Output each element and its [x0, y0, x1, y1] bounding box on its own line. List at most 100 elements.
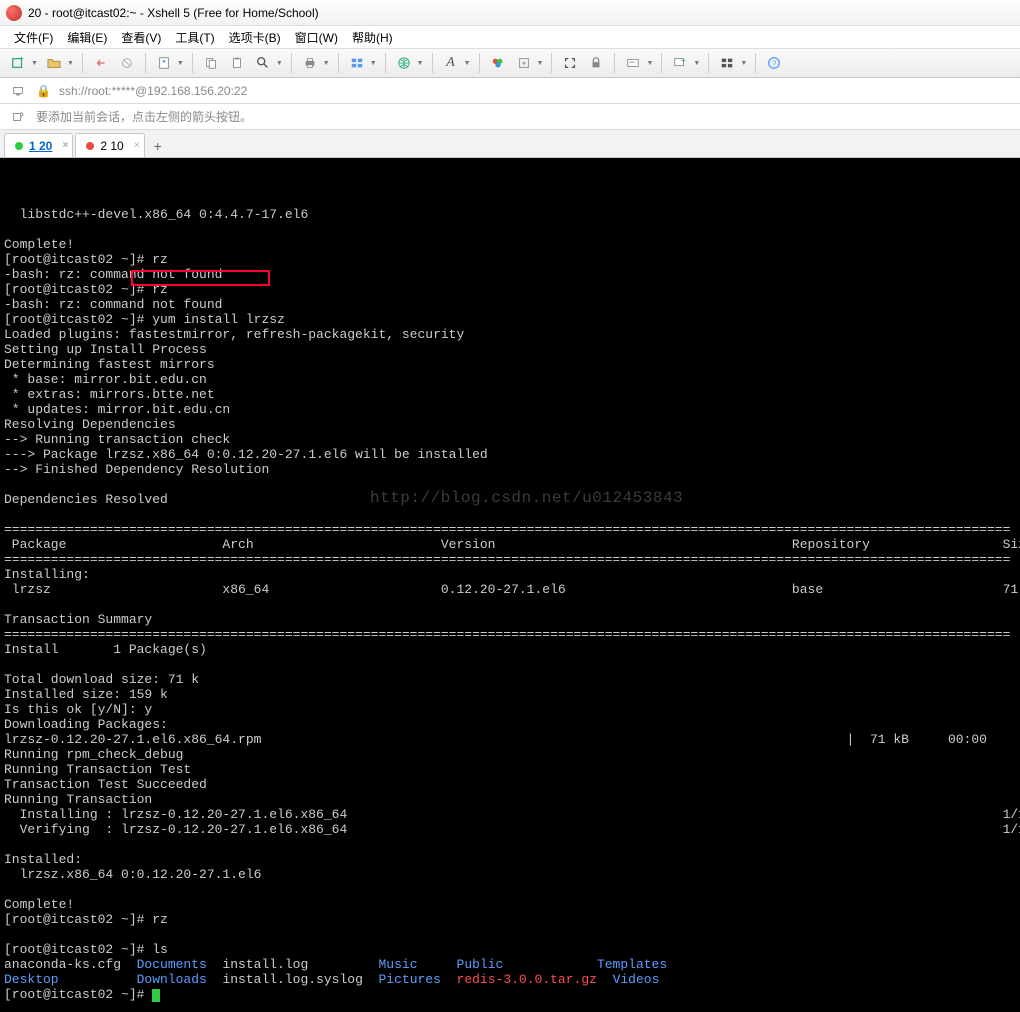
globe-icon[interactable] — [394, 53, 414, 73]
term-prompt: [root@itcast02 ~]# — [4, 282, 152, 297]
ls-file: install.log.syslog — [207, 972, 379, 987]
cursor — [152, 989, 160, 1002]
svg-text:?: ? — [772, 60, 777, 69]
ls-dir: Music — [378, 957, 417, 972]
term-line: Complete! — [4, 237, 74, 252]
quickcmd-icon[interactable] — [623, 53, 643, 73]
separator — [708, 53, 709, 73]
disconnect-icon[interactable] — [117, 53, 137, 73]
add-session-icon[interactable] — [8, 107, 28, 127]
ls-dir: Videos — [613, 972, 660, 987]
tab-1[interactable]: 1 20 × — [4, 133, 73, 157]
fullscreen-icon[interactable] — [560, 53, 580, 73]
term-prompt: [root@itcast02 ~]# — [4, 252, 152, 267]
term-line: --> Running transaction check — [4, 432, 230, 447]
ls-dir: Desktop — [4, 972, 59, 987]
separator — [614, 53, 615, 73]
separator — [82, 53, 83, 73]
term-line: Running Transaction — [4, 792, 152, 807]
term-line: ---> Package lrzsz.x86_64 0:0.12.20-27.1… — [4, 447, 488, 462]
lock-small-icon: 🔒 — [36, 84, 51, 98]
status-dot-icon — [86, 142, 94, 150]
ls-dir: Documents — [137, 957, 207, 972]
term-line: Verifying : lrzsz-0.12.20-27.1.el6.x86_6… — [4, 822, 1020, 837]
copy-icon[interactable] — [201, 53, 221, 73]
separator — [291, 53, 292, 73]
color-icon[interactable] — [488, 53, 508, 73]
titlebar: 20 - root@itcast02:~ - Xshell 5 (Free fo… — [0, 0, 1020, 26]
terminal[interactable]: http://blog.csdn.net/u012453843 libstdc+… — [0, 158, 1020, 1012]
transfer-icon[interactable] — [514, 53, 534, 73]
hint-bar: 要添加当前会话，点击左侧的箭头按钮。 — [0, 104, 1020, 130]
term-line: Resolving Dependencies — [4, 417, 176, 432]
term-prompt: [root@itcast02 ~]# — [4, 912, 152, 927]
print-icon[interactable] — [300, 53, 320, 73]
ls-archive: redis-3.0.0.tar.gz — [457, 972, 597, 987]
lock-icon[interactable] — [586, 53, 606, 73]
term-line: Is this ok [y/N]: y — [4, 702, 152, 717]
window-title: 20 - root@itcast02:~ - Xshell 5 (Free fo… — [28, 6, 319, 20]
menu-window[interactable]: 窗口(W) — [289, 27, 344, 48]
tab-2[interactable]: 2 10 × — [75, 133, 144, 157]
host-icon[interactable] — [8, 81, 28, 101]
menu-file[interactable]: 文件(F) — [8, 27, 59, 48]
new-session-icon[interactable] — [8, 53, 28, 73]
term-line: Transaction Test Succeeded — [4, 777, 207, 792]
ls-dir: Pictures — [378, 972, 440, 987]
term-prompt: [root@itcast02 ~]# — [4, 987, 152, 1002]
search-icon[interactable] — [253, 53, 273, 73]
term-rule: ========================================… — [4, 552, 1010, 567]
help-icon[interactable]: ? — [764, 53, 784, 73]
separator — [145, 53, 146, 73]
reconnect-icon[interactable] — [91, 53, 111, 73]
term-line: -bash: rz: command not found — [4, 267, 222, 282]
term-line: Running rpm_check_debug — [4, 747, 183, 762]
ls-file: install.log — [207, 957, 379, 972]
term-line: Installing : lrzsz-0.12.20-27.1.el6.x86_… — [4, 807, 1020, 822]
term-cmd: ls — [152, 942, 168, 957]
term-prompt: [root@itcast02 ~]# — [4, 942, 152, 957]
font-icon[interactable]: A — [441, 53, 461, 73]
term-line: Determining fastest mirrors — [4, 357, 215, 372]
properties-icon[interactable] — [154, 53, 174, 73]
menu-view[interactable]: 查看(V) — [115, 27, 167, 48]
term-line: --> Finished Dependency Resolution — [4, 462, 269, 477]
term-cmd: yum install lrzsz — [152, 312, 285, 327]
menu-tabs[interactable]: 选项卡(B) — [223, 27, 287, 48]
separator — [432, 53, 433, 73]
term-line: * base: mirror.bit.edu.cn — [4, 372, 207, 387]
open-icon[interactable] — [44, 53, 64, 73]
new-window-icon[interactable] — [670, 53, 690, 73]
term-cmd: rz — [152, 912, 168, 927]
term-line: Complete! — [4, 897, 74, 912]
term-line: -bash: rz: command not found — [4, 297, 222, 312]
tab-bar: 1 20 × 2 10 × + — [0, 130, 1020, 158]
app-logo-icon — [6, 5, 22, 21]
menu-tools[interactable]: 工具(T) — [169, 27, 220, 48]
term-line: lrzsz-0.12.20-27.1.el6.x86_64.rpm | 71 k… — [4, 732, 987, 747]
menu-help[interactable]: 帮助(H) — [346, 27, 399, 48]
separator — [385, 53, 386, 73]
new-tab-button[interactable]: + — [147, 135, 169, 157]
ls-dir: Downloads — [137, 972, 207, 987]
term-line: Setting up Install Process — [4, 342, 207, 357]
separator — [479, 53, 480, 73]
separator — [755, 53, 756, 73]
term-line: Install 1 Package(s) — [4, 642, 207, 657]
close-icon[interactable]: × — [134, 140, 140, 151]
tile-icon[interactable] — [717, 53, 737, 73]
sessions-icon[interactable] — [347, 53, 367, 73]
term-line: libstdc++-devel.x86_64 0:4.4.7-17.el6 — [4, 207, 308, 222]
term-line: Installed size: 159 k — [4, 687, 168, 702]
tab-label: 1 20 — [29, 139, 52, 153]
paste-icon[interactable] — [227, 53, 247, 73]
separator — [192, 53, 193, 73]
watermark: http://blog.csdn.net/u012453843 — [370, 491, 683, 506]
tab-label: 2 10 — [100, 139, 123, 153]
close-icon[interactable]: × — [63, 140, 69, 151]
ls-file: anaconda-ks.cfg — [4, 957, 137, 972]
menu-edit[interactable]: 编辑(E) — [61, 27, 113, 48]
term-rule: ========================================… — [4, 627, 1010, 642]
address-text[interactable]: ssh://root:*****@192.168.156.20:22 — [59, 84, 247, 98]
term-line: lrzsz x86_64 0.12.20-27.1.el6 base 71 k — [4, 582, 1020, 597]
